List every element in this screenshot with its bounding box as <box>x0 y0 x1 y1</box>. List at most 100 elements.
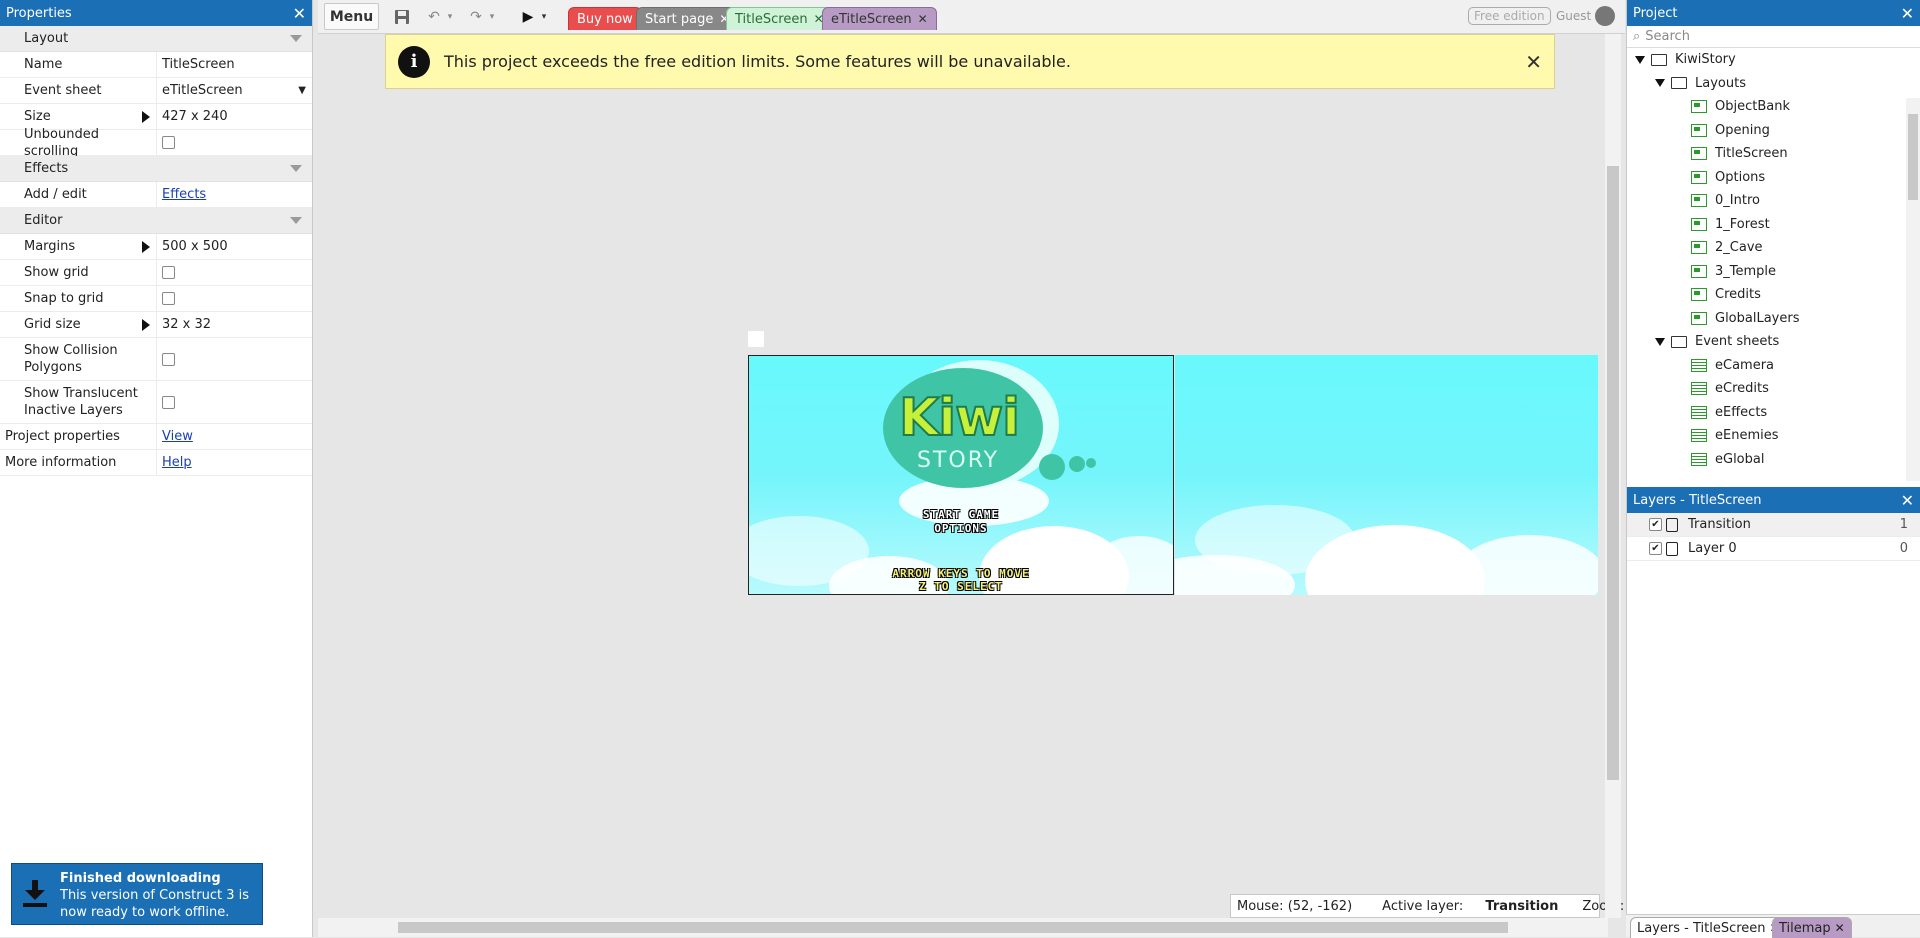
save-icon[interactable] <box>390 3 414 30</box>
download-toast[interactable]: Finished downloading This version of Con… <box>11 863 263 925</box>
tree-item-label: Credits <box>1715 287 1761 303</box>
project-scrollbar[interactable] <box>1906 98 1920 481</box>
tab-titlescreen-label: TitleScreen <box>735 11 808 27</box>
section-effects[interactable]: Effects <box>0 156 312 182</box>
effects-link[interactable]: Effects <box>162 187 206 202</box>
prop-size-value[interactable]: 427 x 240 <box>157 104 312 129</box>
prop-name[interactable]: Name TitleScreen <box>0 52 312 78</box>
event-sheet-icon <box>1691 382 1707 396</box>
layout-viewport[interactable]: Kiwi STORY START GAME OPTIONS ARROW KEYS… <box>748 355 1174 595</box>
prop-event-sheet-select[interactable]: eTitleScreen ▼ <box>157 78 312 103</box>
play-dropdown-icon[interactable]: ▾ <box>538 3 550 30</box>
free-edition-badge[interactable]: Free edition <box>1468 7 1551 25</box>
tab-layers[interactable]: Layers - TitleScreen ✕ <box>1630 917 1787 938</box>
layers-title-bar: Layers - TitleScreen ✕ <box>1627 487 1920 513</box>
layout-margin-area[interactable] <box>1175 355 1598 595</box>
selection-handle[interactable] <box>748 331 764 347</box>
tree-item-layout[interactable]: Opening <box>1627 119 1920 143</box>
tree-item-layout[interactable]: 3_Temple <box>1627 260 1920 284</box>
tree-item-layout[interactable]: 2_Cave <box>1627 236 1920 260</box>
project-search[interactable]: ⌕ Search <box>1627 26 1920 48</box>
prop-grid-size-value[interactable]: 32 x 32 <box>157 312 312 337</box>
expand-arrow-icon[interactable] <box>142 110 150 123</box>
dropdown-arrow-icon[interactable]: ▼ <box>298 85 306 96</box>
close-icon[interactable]: ✕ <box>1835 921 1845 935</box>
layer-row-transition[interactable]: ✔ Transition 1 <box>1627 513 1920 537</box>
show-grid-checkbox[interactable] <box>162 266 175 279</box>
close-icon[interactable]: ✕ <box>1901 491 1914 510</box>
undo-dropdown-icon[interactable]: ▾ <box>444 3 456 30</box>
section-layout[interactable]: Layout <box>0 26 312 52</box>
tab-buy-now[interactable]: Buy now <box>568 7 642 30</box>
tree-root[interactable]: KiwiStory <box>1627 48 1920 72</box>
layer-visible-checkbox[interactable]: ✔ <box>1649 542 1662 555</box>
section-editor[interactable]: Editor <box>0 208 312 234</box>
user-avatar-icon[interactable] <box>1595 6 1615 26</box>
prop-grid-size-label: Grid size <box>24 317 81 332</box>
tree-item-layout[interactable]: TitleScreen <box>1627 142 1920 166</box>
tab-etitlescreen[interactable]: eTitleScreen ✕ <box>822 7 937 30</box>
lock-icon[interactable] <box>1666 541 1678 556</box>
close-icon[interactable]: ✕ <box>1525 50 1542 74</box>
prop-grid-size[interactable]: Grid size 32 x 32 <box>0 312 312 338</box>
tree-item-layout[interactable]: 1_Forest <box>1627 213 1920 237</box>
prop-margins[interactable]: Margins 500 x 500 <box>0 234 312 260</box>
tree-item-layout[interactable]: ObjectBank <box>1627 95 1920 119</box>
tree-item-layout[interactable]: 0_Intro <box>1627 189 1920 213</box>
expand-arrow-icon[interactable] <box>142 240 150 253</box>
lock-icon[interactable] <box>1666 517 1678 532</box>
scroll-thumb[interactable] <box>1607 166 1619 780</box>
redo-icon[interactable]: ↷ <box>464 3 488 30</box>
canvas-vertical-scrollbar[interactable] <box>1605 34 1621 918</box>
tree-item-event-sheet[interactable]: eEnemies <box>1627 424 1920 448</box>
prop-unbounded[interactable]: Unbounded scrolling <box>0 127 312 159</box>
menu-button[interactable]: Menu <box>324 3 379 30</box>
tree-item-event-sheet[interactable]: eEffects <box>1627 401 1920 425</box>
tree-item-layout[interactable]: GlobalLayers <box>1627 307 1920 331</box>
prop-translucent[interactable]: Show Translucent Inactive Layers <box>0 381 312 424</box>
layer-visible-checkbox[interactable]: ✔ <box>1649 518 1662 531</box>
canvas-horizontal-scrollbar[interactable] <box>318 918 1608 937</box>
tab-tilemap[interactable]: Tilemap ✕ <box>1772 917 1852 938</box>
tree-item-event-sheet[interactable]: eCredits <box>1627 377 1920 401</box>
layout-canvas[interactable]: i This project exceeds the free edition … <box>318 34 1608 918</box>
play-icon[interactable]: ▶ <box>518 3 538 30</box>
help-link[interactable]: Help <box>162 455 192 470</box>
snap-grid-checkbox[interactable] <box>162 292 175 305</box>
tree-item-event-sheet[interactable]: eGlobal <box>1627 448 1920 472</box>
layout-icon <box>1691 288 1707 302</box>
tree-folder-layouts[interactable]: Layouts <box>1627 72 1920 96</box>
tree-item-event-sheet[interactable]: eCamera <box>1627 354 1920 378</box>
prop-collision[interactable]: Show Collision Polygons <box>0 338 312 381</box>
prop-event-sheet[interactable]: Event sheet eTitleScreen ▼ <box>0 78 312 104</box>
undo-icon[interactable]: ↶ <box>422 3 446 30</box>
expand-arrow-icon[interactable] <box>1655 79 1665 88</box>
expand-arrow-icon[interactable] <box>142 318 150 331</box>
scroll-thumb[interactable] <box>1908 114 1918 200</box>
prop-margins-value[interactable]: 500 x 500 <box>157 234 312 259</box>
prop-name-value[interactable]: TitleScreen <box>157 52 312 77</box>
search-input[interactable]: Search <box>1645 29 1690 44</box>
prop-snap-grid[interactable]: Snap to grid <box>0 286 312 312</box>
scroll-thumb[interactable] <box>398 922 1508 933</box>
expand-arrow-icon[interactable] <box>1635 55 1645 64</box>
view-link[interactable]: View <box>162 429 193 444</box>
layer-row-layer-0[interactable]: ✔ Layer 0 0 <box>1627 537 1920 561</box>
tab-titlescreen[interactable]: TitleScreen ✕ <box>726 7 833 30</box>
user-name[interactable]: Guest <box>1556 9 1591 23</box>
prop-grid-size-key: Grid size <box>0 312 157 337</box>
close-icon[interactable]: ✕ <box>1901 4 1914 23</box>
prop-project-properties-value: View <box>157 424 312 449</box>
tab-start-page[interactable]: Start page ✕ <box>636 7 739 30</box>
translucent-checkbox[interactable] <box>162 395 175 409</box>
unbounded-checkbox[interactable] <box>162 136 175 149</box>
tree-folder-event-sheets[interactable]: Event sheets <box>1627 330 1920 354</box>
prop-show-grid[interactable]: Show grid <box>0 260 312 286</box>
close-icon[interactable]: ✕ <box>918 12 928 26</box>
tree-item-layout[interactable]: Options <box>1627 166 1920 190</box>
expand-arrow-icon[interactable] <box>1655 337 1665 346</box>
collision-checkbox[interactable] <box>162 352 175 366</box>
redo-dropdown-icon[interactable]: ▾ <box>486 3 498 30</box>
close-icon[interactable]: ✕ <box>293 4 306 23</box>
tree-item-layout[interactable]: Credits <box>1627 283 1920 307</box>
